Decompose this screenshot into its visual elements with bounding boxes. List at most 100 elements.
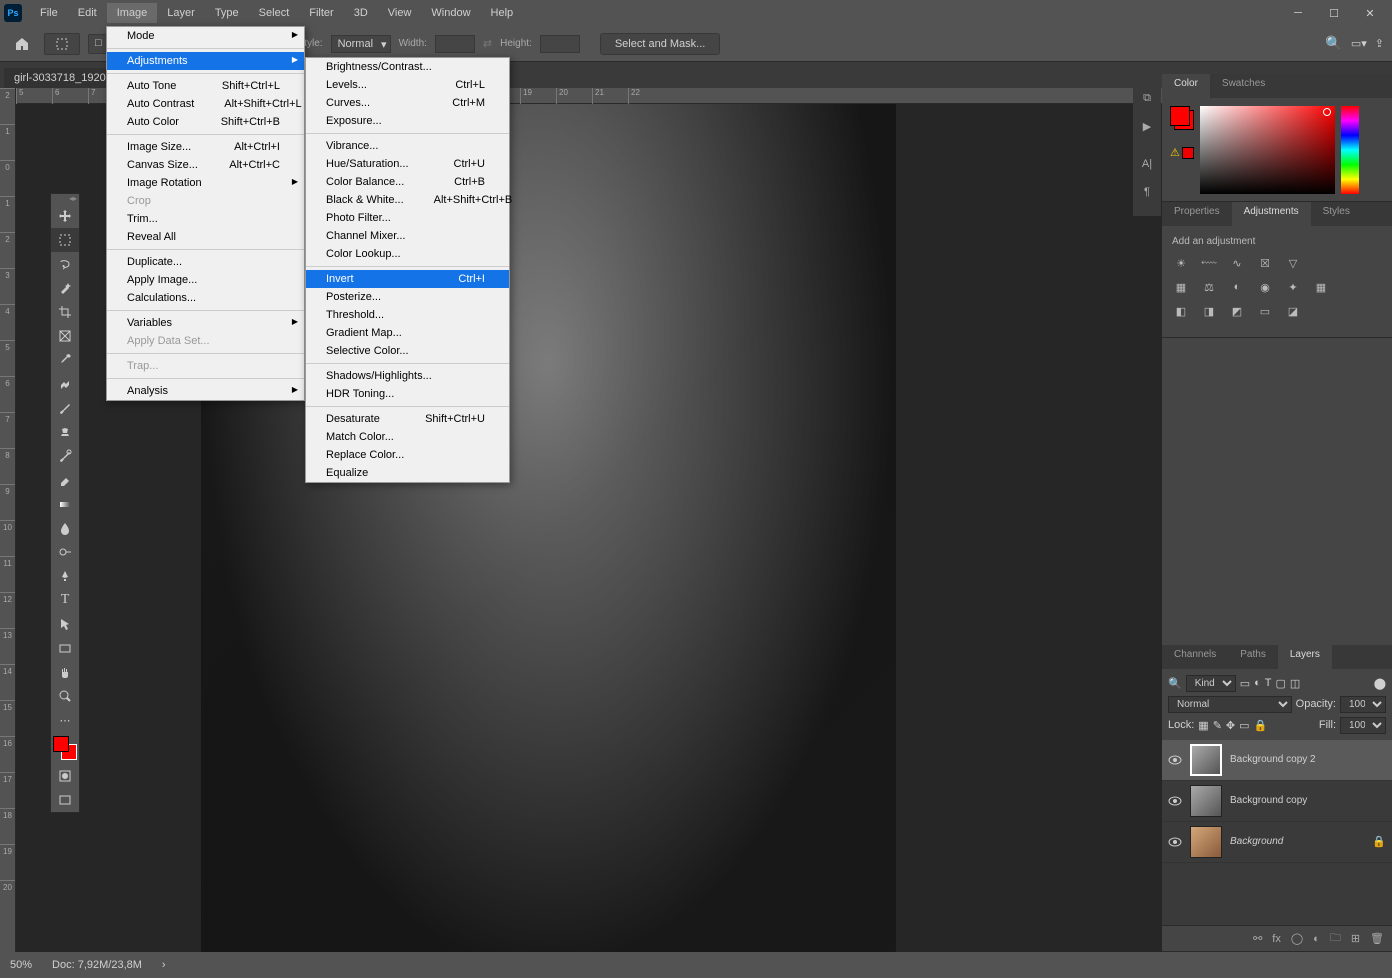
- threshold-adj-icon[interactable]: ◩: [1228, 303, 1246, 319]
- menu-item-invert[interactable]: InvertCtrl+I: [306, 270, 509, 288]
- adjustments-tab[interactable]: Adjustments: [1232, 202, 1311, 226]
- menu-help[interactable]: Help: [481, 3, 524, 23]
- filter-pixel-icon[interactable]: ▭: [1240, 677, 1250, 690]
- menu-edit[interactable]: Edit: [68, 3, 107, 23]
- invert-adj-icon[interactable]: ◧: [1172, 303, 1190, 319]
- menu-item-threshold[interactable]: Threshold...: [306, 306, 509, 324]
- layer-fx-icon[interactable]: fx: [1272, 933, 1281, 945]
- select-and-mask-button[interactable]: Select and Mask...: [600, 33, 721, 55]
- menu-item-auto-contrast[interactable]: Auto ContrastAlt+Shift+Ctrl+L: [107, 95, 304, 113]
- menu-filter[interactable]: Filter: [299, 3, 343, 23]
- layer-row[interactable]: Background🔒: [1162, 822, 1392, 863]
- gamut-swatch[interactable]: [1182, 147, 1194, 159]
- brush-tool[interactable]: [51, 396, 79, 420]
- home-icon[interactable]: [8, 30, 36, 58]
- blur-tool[interactable]: [51, 516, 79, 540]
- menu-layer[interactable]: Layer: [157, 3, 205, 23]
- healing-brush-tool[interactable]: [51, 372, 79, 396]
- actions-panel-icon[interactable]: ▶: [1133, 112, 1161, 140]
- doc-size[interactable]: Doc: 7,92M/23,8M: [52, 959, 142, 971]
- move-tool[interactable]: [51, 204, 79, 228]
- menu-item-analysis[interactable]: Analysis▶: [107, 382, 304, 400]
- hue-slider[interactable]: [1341, 106, 1359, 194]
- close-button[interactable]: ✕: [1352, 0, 1388, 26]
- menu-item-vibrance[interactable]: Vibrance...: [306, 137, 509, 155]
- type-tool[interactable]: T: [51, 588, 79, 612]
- menu-view[interactable]: View: [378, 3, 422, 23]
- menu-item-mode[interactable]: Mode▶: [107, 27, 304, 45]
- menu-item-hdr-toning[interactable]: HDR Toning...: [306, 385, 509, 403]
- layer-visibility-icon[interactable]: [1168, 794, 1182, 808]
- eraser-tool[interactable]: [51, 468, 79, 492]
- menu-item-apply-image[interactable]: Apply Image...: [107, 271, 304, 289]
- menu-window[interactable]: Window: [421, 3, 480, 23]
- menu-item-duplicate[interactable]: Duplicate...: [107, 253, 304, 271]
- style-select[interactable]: Normal ▾: [331, 35, 391, 53]
- layer-row[interactable]: Background copy 2: [1162, 740, 1392, 781]
- channels-tab[interactable]: Channels: [1162, 645, 1228, 669]
- swap-dimensions-icon[interactable]: ⇄: [483, 37, 492, 50]
- marquee-tool[interactable]: [51, 228, 79, 252]
- bw-adj-icon[interactable]: ◐: [1228, 279, 1246, 295]
- lookup-adj-icon[interactable]: ▦: [1312, 279, 1330, 295]
- minimize-button[interactable]: ─: [1280, 0, 1316, 26]
- menu-item-equalize[interactable]: Equalize: [306, 464, 509, 482]
- layer-visibility-icon[interactable]: [1168, 835, 1182, 849]
- photo-filter-adj-icon[interactable]: ◉: [1256, 279, 1274, 295]
- workspace-icon[interactable]: ▭▾: [1351, 37, 1367, 50]
- history-brush-tool[interactable]: [51, 444, 79, 468]
- menu-image[interactable]: Image: [107, 3, 158, 23]
- rectangle-tool[interactable]: [51, 636, 79, 660]
- gradient-tool[interactable]: [51, 492, 79, 516]
- lock-pixels-icon[interactable]: ✎: [1213, 719, 1222, 732]
- menu-item-levels[interactable]: Levels...Ctrl+L: [306, 76, 509, 94]
- lock-artboard-icon[interactable]: ▭: [1239, 719, 1249, 732]
- zoom-tool[interactable]: [51, 684, 79, 708]
- hand-tool[interactable]: [51, 660, 79, 684]
- paragraph-panel-icon[interactable]: ¶: [1133, 178, 1161, 206]
- tool-preset-button[interactable]: [44, 33, 80, 55]
- menu-item-brightness-contrast[interactable]: Brightness/Contrast...: [306, 58, 509, 76]
- layer-thumbnail[interactable]: [1190, 785, 1222, 817]
- maximize-button[interactable]: ☐: [1316, 0, 1352, 26]
- zoom-level[interactable]: 50%: [10, 959, 32, 971]
- menu-item-image-rotation[interactable]: Image Rotation▶: [107, 174, 304, 192]
- menu-item-posterize[interactable]: Posterize...: [306, 288, 509, 306]
- height-input[interactable]: [540, 35, 580, 53]
- dodge-tool[interactable]: [51, 540, 79, 564]
- layer-filter-select[interactable]: Kind: [1186, 675, 1236, 692]
- search-icon[interactable]: 🔍: [1325, 35, 1342, 52]
- filter-adj-icon[interactable]: ◐: [1254, 677, 1261, 689]
- menu-item-trim[interactable]: Trim...: [107, 210, 304, 228]
- channel-mixer-adj-icon[interactable]: ✦: [1284, 279, 1302, 295]
- magic-wand-tool[interactable]: [51, 276, 79, 300]
- menu-file[interactable]: File: [30, 3, 68, 23]
- new-group-icon[interactable]: 🗀: [1330, 929, 1341, 948]
- quick-mask-mode[interactable]: [51, 764, 79, 788]
- menu-select[interactable]: Select: [249, 3, 300, 23]
- menu-item-exposure[interactable]: Exposure...: [306, 112, 509, 130]
- frame-tool[interactable]: [51, 324, 79, 348]
- posterize-adj-icon[interactable]: ◨: [1200, 303, 1218, 319]
- menu-item-channel-mixer[interactable]: Channel Mixer...: [306, 227, 509, 245]
- link-layers-icon[interactable]: ⚯: [1253, 932, 1262, 945]
- brightness-adj-icon[interactable]: ☀: [1172, 255, 1190, 271]
- menu-item-selective-color[interactable]: Selective Color...: [306, 342, 509, 360]
- swatches-tab[interactable]: Swatches: [1210, 74, 1277, 98]
- styles-tab[interactable]: Styles: [1311, 202, 1362, 226]
- color-swatches[interactable]: [53, 736, 77, 760]
- layer-row[interactable]: Background copy: [1162, 781, 1392, 822]
- properties-tab[interactable]: Properties: [1162, 202, 1232, 226]
- menu-item-replace-color[interactable]: Replace Color...: [306, 446, 509, 464]
- menu-item-shadows-highlights[interactable]: Shadows/Highlights...: [306, 367, 509, 385]
- delete-layer-icon[interactable]: 🗑: [1370, 932, 1384, 945]
- filter-toggle[interactable]: ⬤: [1374, 677, 1386, 690]
- lock-position-icon[interactable]: ✥: [1226, 719, 1235, 732]
- clone-stamp-tool[interactable]: [51, 420, 79, 444]
- menu-item-variables[interactable]: Variables▶: [107, 314, 304, 332]
- new-fill-icon[interactable]: ◐: [1313, 933, 1320, 945]
- menu-item-color-balance[interactable]: Color Balance...Ctrl+B: [306, 173, 509, 191]
- menu-item-calculations[interactable]: Calculations...: [107, 289, 304, 307]
- doc-info-arrow[interactable]: ›: [162, 959, 166, 971]
- toolbox-grip[interactable]: ◂▸: [51, 194, 79, 204]
